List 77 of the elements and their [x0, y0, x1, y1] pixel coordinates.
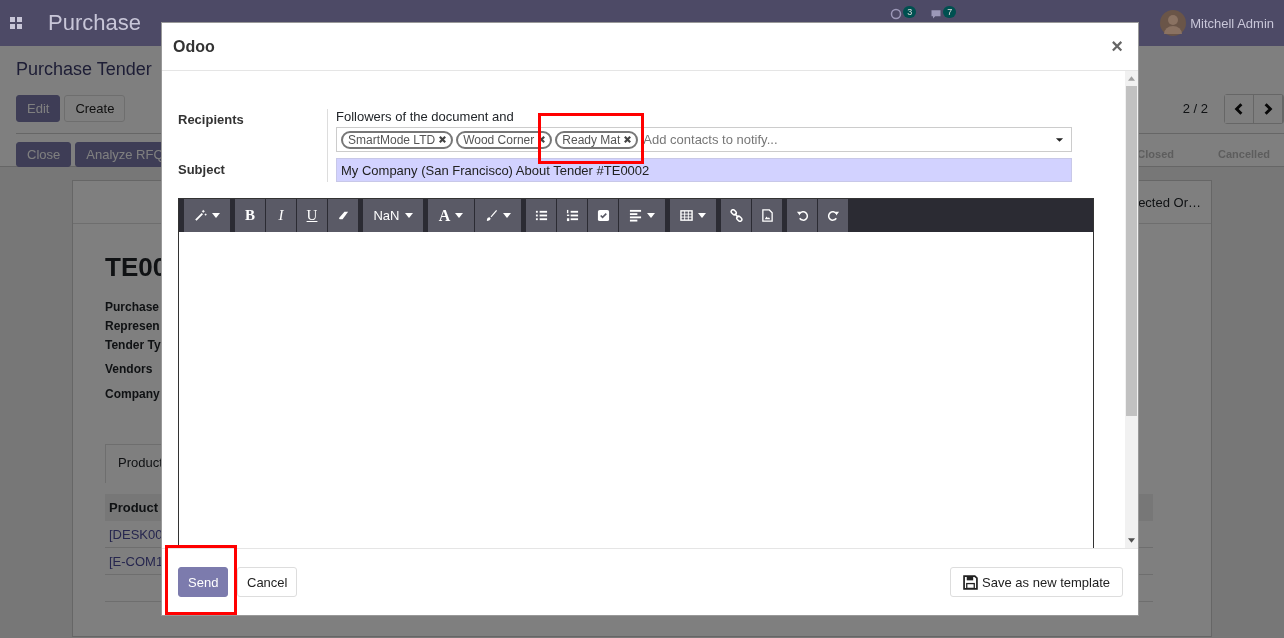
- italic-button[interactable]: I: [266, 199, 296, 232]
- caret-icon: [404, 213, 413, 218]
- cancel-button[interactable]: Cancel: [237, 567, 298, 597]
- chevron-right-icon: [1262, 102, 1274, 115]
- product-link[interactable]: [E-COM1: [109, 553, 164, 569]
- remove-icon[interactable]: [438, 135, 448, 144]
- form-button[interactable]: Create: [64, 95, 126, 122]
- close-button[interactable]: ×: [1107, 35, 1127, 58]
- chevron-left-icon: [1233, 102, 1245, 115]
- align-icon: [629, 209, 642, 222]
- message-count: 7: [943, 6, 957, 18]
- field-label: Recipients: [178, 109, 328, 152]
- recipients-note: Followers of the document and: [336, 109, 515, 126]
- wand-button[interactable]: [184, 199, 230, 232]
- action-button[interactable]: Close: [16, 141, 72, 167]
- checklist-icon: [596, 209, 610, 222]
- previous-button[interactable]: [1225, 94, 1254, 123]
- avatar: [1160, 10, 1187, 36]
- column-header: Product: [109, 500, 159, 515]
- brush-icon: [485, 209, 498, 222]
- link-icon: [729, 209, 743, 222]
- product-link[interactable]: [DESK00: [109, 526, 163, 542]
- caret-icon: [212, 213, 220, 218]
- link-button[interactable]: [721, 199, 751, 232]
- recipient-tag: SmartMode LTD: [341, 130, 454, 149]
- field-label: Tender Ty: [105, 338, 162, 354]
- eraser-button[interactable]: [328, 199, 358, 232]
- bold-button[interactable]: B: [235, 199, 265, 232]
- breadcrumb: Purchase Tender: [16, 59, 152, 79]
- scrollbar[interactable]: [1125, 71, 1138, 548]
- numbers-button[interactable]: [557, 199, 587, 232]
- fontsize-button[interactable]: NaN: [363, 199, 423, 232]
- image-icon: [760, 209, 774, 222]
- caret-icon[interactable]: [1055, 136, 1064, 143]
- app-name: Purchase: [48, 10, 141, 36]
- undo-button[interactable]: [787, 199, 817, 232]
- apps-icon[interactable]: [10, 17, 22, 29]
- send-button[interactable]: Send: [178, 567, 228, 597]
- brush-button[interactable]: [475, 199, 521, 232]
- caret-icon: [503, 213, 511, 218]
- undo-icon: [795, 209, 809, 222]
- field-label: Purchase: [105, 300, 161, 316]
- smart-button[interactable]: ected Or…: [1138, 194, 1201, 210]
- activity-count: 3: [903, 6, 917, 18]
- caret-icon: [455, 213, 464, 218]
- eraser-icon: [336, 209, 350, 222]
- form-button[interactable]: Edit: [16, 95, 61, 122]
- scroll-down-icon[interactable]: [1128, 538, 1135, 543]
- user-name[interactable]: Mitchell Admin: [1190, 15, 1274, 31]
- chat-icon[interactable]: [930, 8, 943, 20]
- underline-button[interactable]: U: [297, 199, 327, 232]
- subject-field[interactable]: My Company (San Francisco) About Tender #TE0002: [336, 158, 1072, 182]
- activity-icon[interactable]: [890, 8, 903, 20]
- align-button[interactable]: [619, 199, 665, 232]
- numbers-icon: [565, 209, 579, 222]
- field-label: Subject: [178, 152, 328, 182]
- remove-icon[interactable]: [623, 135, 633, 144]
- image-button[interactable]: [752, 199, 782, 232]
- fontcolor-button[interactable]: A: [428, 199, 474, 232]
- recipient-tag: Wood Corner: [456, 130, 553, 149]
- dialog-title: Odoo: [173, 37, 215, 56]
- table-button[interactable]: [670, 199, 716, 232]
- pager-value: 2 / 2: [1182, 101, 1208, 116]
- save-icon: [963, 574, 979, 590]
- table-icon: [680, 209, 693, 222]
- caret-icon: [698, 213, 706, 218]
- bullets-button[interactable]: [526, 199, 556, 232]
- field-label: Vendors: [105, 362, 154, 378]
- bullets-icon: [534, 209, 548, 222]
- field-label: Represen: [105, 319, 161, 335]
- field-label: Company: [105, 387, 161, 403]
- wand-icon: [194, 209, 207, 222]
- save-template-button[interactable]: Save as new template: [950, 567, 1123, 597]
- checklist-button[interactable]: [588, 199, 618, 232]
- redo-button[interactable]: [818, 199, 848, 232]
- caret-icon: [647, 213, 655, 218]
- redo-icon: [826, 209, 840, 222]
